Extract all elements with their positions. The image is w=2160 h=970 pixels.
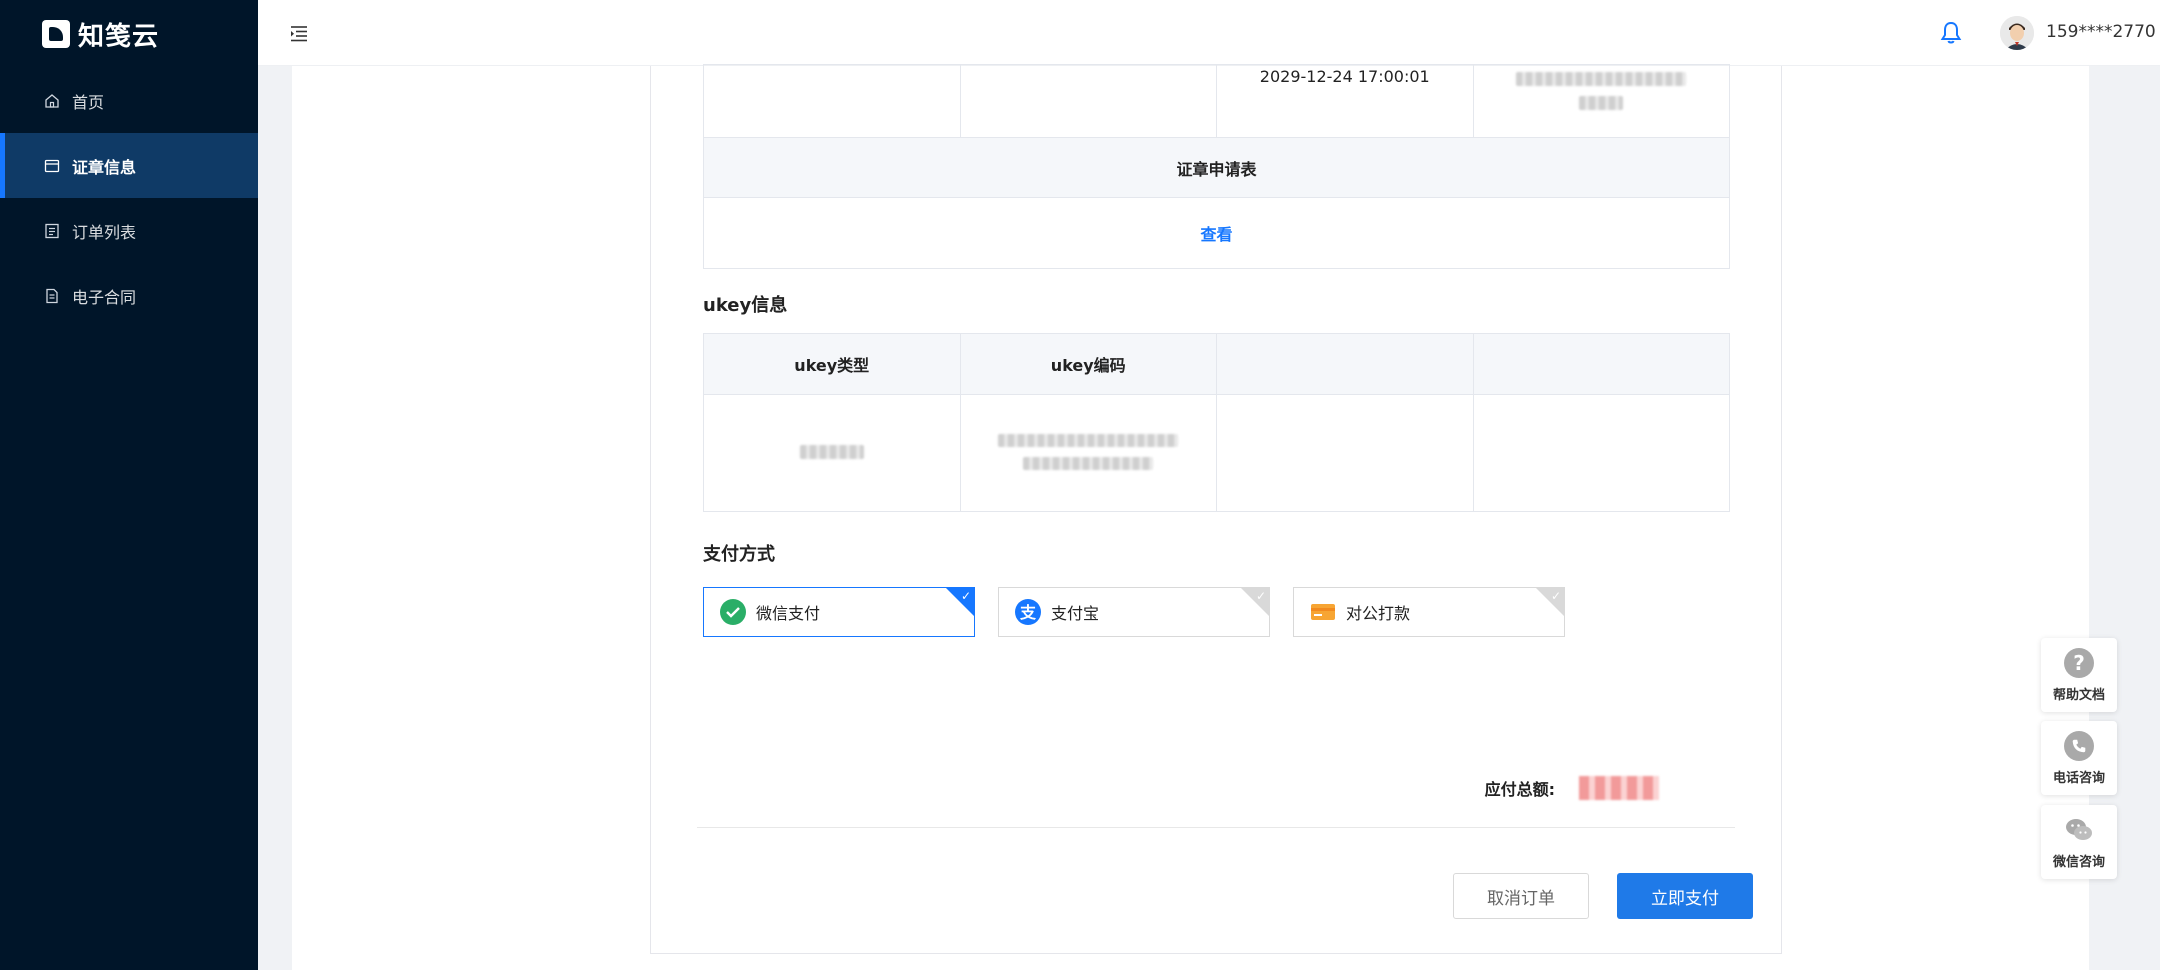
pay-option-bank-transfer[interactable]: 对公打款 ✓ xyxy=(1293,587,1565,637)
check-icon: ✓ xyxy=(960,589,971,603)
pay-now-button[interactable]: 立即支付 xyxy=(1617,873,1753,919)
brand-name: 知笺云 xyxy=(78,21,160,52)
redacted-value xyxy=(1579,96,1624,110)
sidebar-item-label: 证章信息 xyxy=(72,157,137,177)
column-header: ukey编码 xyxy=(959,333,1217,395)
payment-options: 微信支付 ✓ 支 支付宝 ✓ 对公打款 ✓ xyxy=(703,587,1565,637)
username[interactable]: 159****2770 xyxy=(2046,22,2156,42)
table-header-row: ukey类型 ukey编码 xyxy=(703,333,1730,395)
redacted-value xyxy=(799,444,864,459)
help-docs-button[interactable]: ? 帮助文档 xyxy=(2041,638,2117,712)
logo-icon xyxy=(42,20,70,48)
avatar[interactable] xyxy=(2000,16,2034,50)
total-label: 应付总额: xyxy=(1484,780,1555,799)
redacted-amount xyxy=(1579,776,1659,800)
redacted-value xyxy=(998,434,1179,447)
float-tool-label: 微信咨询 xyxy=(2052,854,2105,870)
table-row: 证章申请表 xyxy=(703,137,1730,198)
bank-card-icon xyxy=(1311,604,1335,620)
table-cell xyxy=(703,394,961,512)
expire-date: 2029-12-24 17:00:01 xyxy=(1259,67,1430,86)
pay-option-label: 支付宝 xyxy=(1051,604,1100,623)
check-icon: ✓ xyxy=(1550,589,1561,603)
list-icon xyxy=(44,223,60,239)
pay-option-alipay[interactable]: 支 支付宝 ✓ xyxy=(998,587,1270,637)
order-detail-card: 2029-12-24 17:00:01 证章申请表 查看 ukey信息 ukey… xyxy=(650,64,1782,954)
phone-icon xyxy=(2064,730,2094,761)
float-tool-label: 帮助文档 xyxy=(2052,687,2105,703)
table-row: 2029-12-24 17:00:01 xyxy=(703,64,1730,138)
table-cell: 查看 xyxy=(703,197,1730,269)
column-header xyxy=(1472,333,1730,395)
float-tool-label: 电话咨询 xyxy=(2052,770,2105,786)
sidebar-item-home[interactable]: 首页 xyxy=(0,68,258,133)
pay-option-label: 对公打款 xyxy=(1346,604,1411,623)
sidebar-item-contracts[interactable]: 电子合同 xyxy=(0,263,258,328)
total-amount: 应付总额: xyxy=(1485,776,1659,800)
cert-table: 2029-12-24 17:00:01 证章申请表 查看 xyxy=(703,64,1730,269)
home-icon xyxy=(44,93,60,109)
wechat-pay-icon xyxy=(720,599,746,625)
ukey-section-title: ukey信息 xyxy=(703,295,788,316)
table-cell xyxy=(703,64,961,138)
ukey-table: ukey类型 ukey编码 xyxy=(703,333,1730,512)
divider xyxy=(697,827,1735,828)
brand-logo[interactable]: 知笺云 xyxy=(0,0,258,68)
wechat-consult-button[interactable]: 微信咨询 xyxy=(2041,805,2117,879)
sidebar-item-label: 电子合同 xyxy=(72,287,137,307)
svg-text:支: 支 xyxy=(1019,603,1037,622)
check-icon: ✓ xyxy=(1255,589,1266,603)
table-cell xyxy=(959,64,1217,138)
sidebar-item-label: 订单列表 xyxy=(72,222,137,242)
card-icon xyxy=(44,158,60,174)
sidebar: 知笺云 首页 证章信息 订单列表 电子合同 xyxy=(0,0,258,970)
view-form-link[interactable]: 查看 xyxy=(1200,225,1232,244)
contract-icon xyxy=(44,288,60,304)
question-icon: ? xyxy=(2064,647,2094,678)
menu-toggle-icon[interactable] xyxy=(288,22,310,44)
phone-consult-button[interactable]: 电话咨询 xyxy=(2041,721,2117,795)
table-cell xyxy=(1472,394,1730,512)
top-header: 159****2770 xyxy=(258,0,2160,66)
sidebar-item-orders[interactable]: 订单列表 xyxy=(0,198,258,263)
table-cell xyxy=(1472,64,1730,138)
notification-bell-icon[interactable] xyxy=(1938,20,1964,46)
table-cell xyxy=(959,394,1217,512)
payment-section-title: 支付方式 xyxy=(703,544,775,565)
form-header: 证章申请表 xyxy=(703,137,1730,198)
wechat-icon xyxy=(2064,815,2094,845)
column-header: ukey类型 xyxy=(703,333,961,395)
column-header xyxy=(1216,333,1474,395)
pay-option-wechat[interactable]: 微信支付 ✓ xyxy=(703,587,975,637)
sidebar-item-label: 首页 xyxy=(72,92,105,112)
sidebar-item-cert-info[interactable]: 证章信息 xyxy=(0,133,258,198)
pay-option-label: 微信支付 xyxy=(756,604,821,623)
redacted-value xyxy=(1516,72,1687,86)
alipay-icon: 支 xyxy=(1015,599,1041,625)
table-cell: 2029-12-24 17:00:01 xyxy=(1216,64,1474,138)
table-row xyxy=(703,394,1730,512)
table-row: 查看 xyxy=(703,197,1730,269)
table-cell xyxy=(1216,394,1474,512)
cancel-order-button[interactable]: 取消订单 xyxy=(1453,873,1589,919)
redacted-value xyxy=(1023,457,1154,470)
